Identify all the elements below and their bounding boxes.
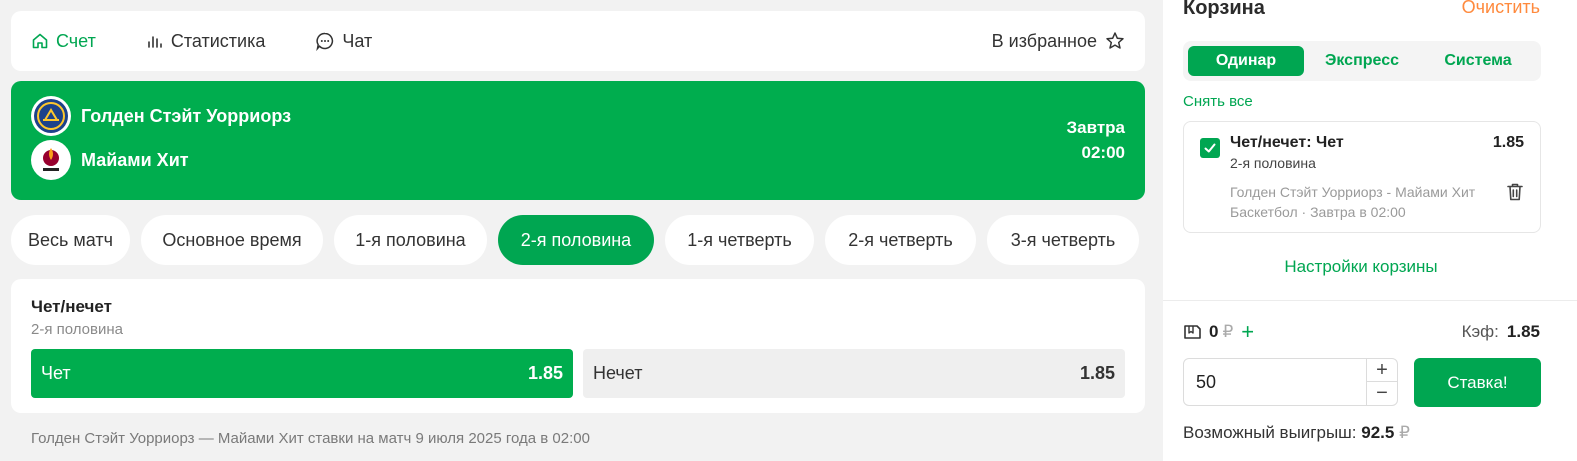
increase-stake-button[interactable]: + bbox=[1367, 359, 1397, 382]
win-value: 92.5 bbox=[1361, 423, 1395, 442]
market-title: Чет/нечет bbox=[31, 297, 112, 316]
tab-whole-match[interactable]: Весь матч bbox=[11, 215, 130, 265]
nav-chat-label: Чат bbox=[342, 30, 373, 51]
clear-cart-button[interactable]: Очистить bbox=[1462, 0, 1540, 18]
coef-value: 1.85 bbox=[1506, 322, 1540, 341]
bet-name: Чет/нечет: Чет bbox=[1230, 134, 1344, 151]
match-day: Завтра bbox=[1066, 118, 1126, 137]
tab-label: 2-я четверть bbox=[848, 229, 953, 250]
tab-system[interactable]: Система bbox=[1420, 46, 1536, 76]
remove-all-button[interactable]: Снять все bbox=[1183, 93, 1253, 110]
add-bonus-button[interactable]: + bbox=[1241, 321, 1254, 343]
possible-win: Возможный выигрыш: 92.5 ₽ bbox=[1183, 423, 1410, 443]
period-tabs: Весь матч Основное время 1-я половина 2-… bbox=[11, 215, 1150, 265]
bet-slip-panel: Корзина Очистить Одинар Экспресс Система… bbox=[1163, 0, 1577, 461]
tab-label: 1-я половина bbox=[355, 229, 466, 250]
star-icon bbox=[1106, 32, 1124, 49]
tab-label: 3-я четверть bbox=[1010, 229, 1116, 250]
market-odd-even: Чет/нечет 2-я половина Чет 1.85 Нечет 1.… bbox=[11, 279, 1145, 413]
match-clock: 02:00 bbox=[1081, 143, 1125, 162]
coef-label: Кэф: bbox=[1461, 322, 1499, 341]
nav-statistics-label: Статистика bbox=[170, 30, 266, 51]
warriors-logo bbox=[31, 96, 71, 136]
tab-first-half[interactable]: 1-я половина bbox=[334, 215, 487, 265]
tab-express[interactable]: Экспресс bbox=[1304, 46, 1420, 76]
tab-single[interactable]: Одинар bbox=[1188, 46, 1304, 76]
match-nav-bar: Счет Статистика Чат В избранное bbox=[11, 11, 1145, 71]
chat-bubble-icon bbox=[316, 32, 334, 51]
bonus-balance: 0 ₽ + bbox=[1183, 321, 1254, 343]
bet-match: Голден Стэйт Уорриорз - Майами Хит bbox=[1230, 184, 1476, 200]
trash-icon bbox=[1507, 183, 1523, 201]
favorite-label: В избранное bbox=[991, 30, 1097, 51]
cart-title: Корзина bbox=[1183, 0, 1265, 19]
stake-stepper: + − bbox=[1366, 359, 1397, 405]
check-icon bbox=[1204, 143, 1216, 153]
outcome-odd: 1.85 bbox=[527, 363, 563, 383]
market-subtitle: 2-я половина bbox=[31, 321, 123, 338]
outcome-even-button[interactable]: Чет 1.85 bbox=[31, 349, 573, 398]
place-bet-button[interactable]: Ставка! bbox=[1414, 358, 1541, 407]
bet-period: 2-я половина bbox=[1230, 155, 1316, 171]
outcome-odd-button[interactable]: Нечет 1.85 bbox=[583, 349, 1125, 398]
add-favorite-button[interactable]: В избранное bbox=[992, 31, 1125, 52]
tab-label: Основное время bbox=[162, 229, 302, 250]
team-away: Майами Хит bbox=[31, 140, 189, 180]
tab-label: 2-я половина bbox=[520, 229, 632, 250]
tab-regular-time[interactable]: Основное время bbox=[141, 215, 323, 265]
delete-bet-button[interactable] bbox=[1506, 182, 1524, 207]
balance-value: 0 bbox=[1209, 322, 1219, 341]
bet-sport-time: Баскетбол · Завтра в 02:00 bbox=[1230, 204, 1406, 220]
match-start-time: Завтра 02:00 bbox=[1067, 115, 1126, 165]
nav-chat[interactable]: Чат bbox=[315, 31, 372, 52]
tab-first-quarter[interactable]: 1-я четверть bbox=[665, 215, 814, 265]
bet-slip-item: Чет/нечет: Чет 1.85 2-я половина Голден … bbox=[1183, 121, 1541, 233]
nav-score[interactable]: Счет bbox=[31, 31, 96, 52]
stake-amount-input[interactable] bbox=[1184, 359, 1366, 405]
divider bbox=[1163, 300, 1577, 301]
bet-type-tabs: Одинар Экспресс Система bbox=[1183, 41, 1541, 81]
bet-checkbox[interactable] bbox=[1200, 138, 1220, 158]
tab-third-quarter[interactable]: 3-я четверть bbox=[987, 215, 1139, 265]
win-currency: ₽ bbox=[1399, 423, 1410, 442]
outcome-odd: 1.85 bbox=[1079, 363, 1115, 383]
nav-score-label: Счет bbox=[56, 30, 96, 51]
decrease-stake-button[interactable]: − bbox=[1367, 382, 1397, 405]
stake-amount-field: + − bbox=[1183, 358, 1398, 406]
tab-label: 1-я четверть bbox=[687, 229, 792, 250]
tab-second-quarter[interactable]: 2-я четверть bbox=[825, 215, 976, 265]
nav-statistics[interactable]: Статистика bbox=[146, 30, 266, 52]
bet-odd: 1.85 bbox=[1492, 134, 1524, 151]
team-home-name: Голден Стэйт Уорриорз bbox=[81, 105, 292, 126]
team-home: Голден Стэйт Уорриорз bbox=[31, 96, 291, 136]
tab-label: Весь матч bbox=[27, 229, 113, 250]
tab-second-half[interactable]: 2-я половина bbox=[498, 215, 654, 265]
team-away-name: Майами Хит bbox=[81, 149, 189, 170]
balance-currency: ₽ bbox=[1222, 322, 1234, 341]
heat-logo bbox=[31, 140, 71, 180]
match-header-card: Голден Стэйт Уорриорз Майами Хит Завтра … bbox=[11, 81, 1145, 200]
cart-settings-link[interactable]: Настройки корзины bbox=[1163, 257, 1559, 277]
outcome-label: Нечет bbox=[593, 363, 643, 383]
bar-chart-icon bbox=[148, 36, 162, 48]
coupon-icon bbox=[1184, 325, 1201, 339]
seo-footer-text: Голден Стэйт Уорриорз — Майами Хит ставк… bbox=[31, 430, 590, 447]
total-coefficient: Кэф: 1.85 bbox=[1462, 322, 1540, 342]
home-icon bbox=[32, 33, 48, 49]
win-label: Возможный выигрыш: bbox=[1183, 423, 1357, 442]
outcome-label: Чет bbox=[41, 363, 71, 383]
